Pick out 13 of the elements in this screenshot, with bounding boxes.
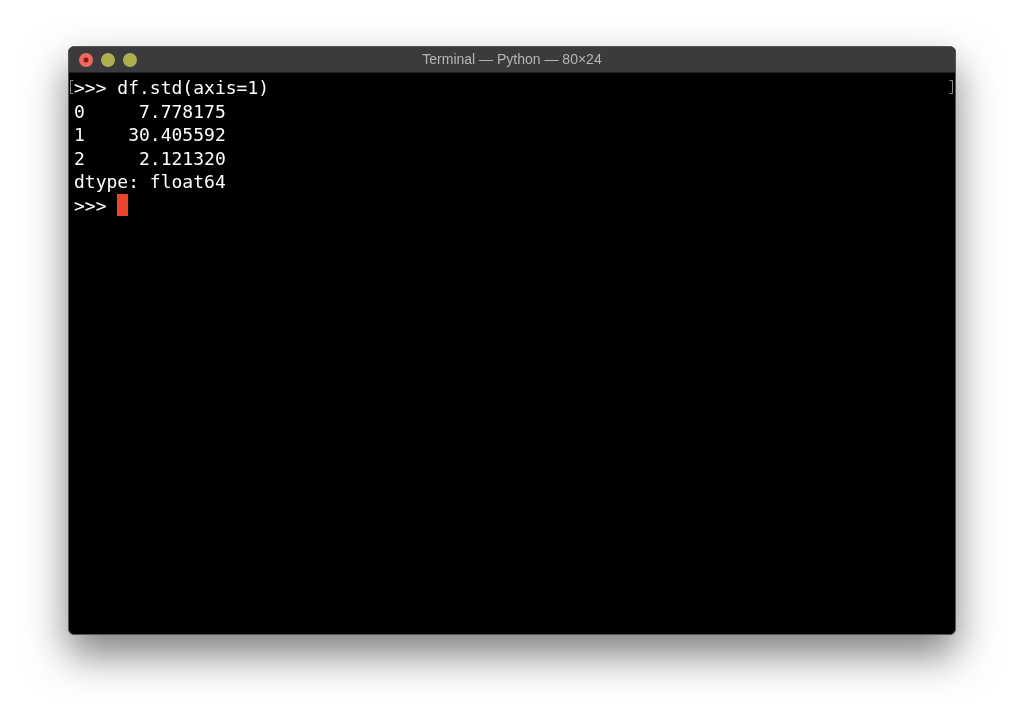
output-line: >>> df.std(axis=1) xyxy=(74,76,270,100)
minimize-button[interactable] xyxy=(101,52,115,67)
output-line: 2 2.121320 xyxy=(74,146,226,170)
bracket-mark-icon xyxy=(949,80,953,94)
output-line: dtype: float64 xyxy=(74,170,226,194)
bracket-mark-icon xyxy=(70,80,74,94)
output-line: 1 30.405592 xyxy=(74,123,226,147)
zoom-button[interactable] xyxy=(123,52,137,67)
close-icon xyxy=(83,56,89,63)
close-button[interactable] xyxy=(79,52,93,67)
window-title: Terminal — Python — 80×24 xyxy=(422,50,602,69)
output-line: 0 7.778175 xyxy=(74,99,226,123)
prompt: >>> xyxy=(74,193,108,217)
